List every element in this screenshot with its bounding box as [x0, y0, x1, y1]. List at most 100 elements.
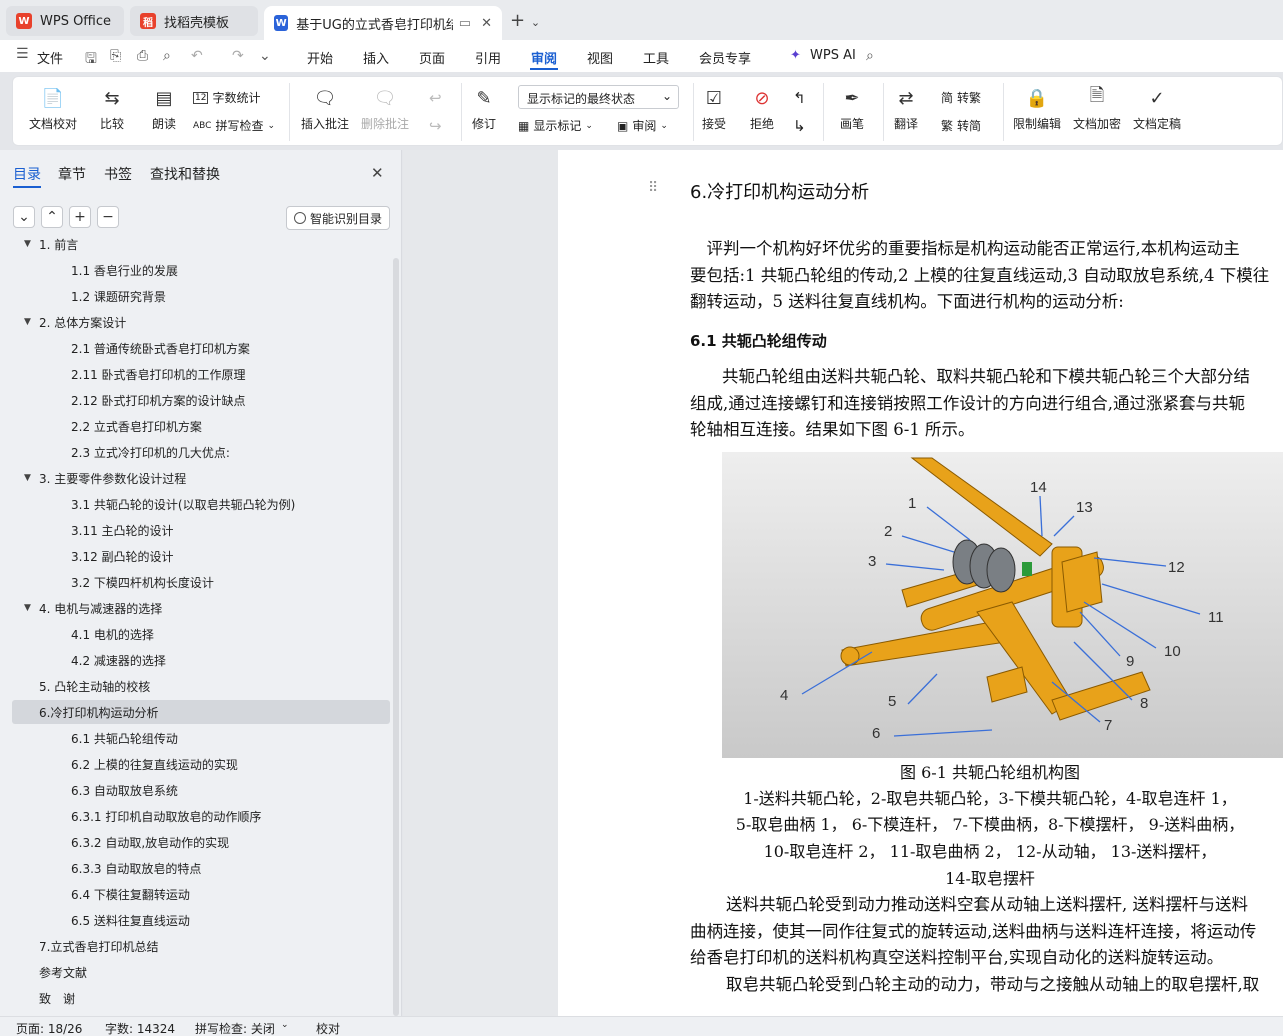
expand-up-button[interactable]: ⌃: [41, 206, 63, 228]
prev-change-icon[interactable]: ↰: [793, 89, 806, 107]
tab-document[interactable]: W 基于UG的立式香皂打印机结构 ▭ ✕: [264, 6, 502, 40]
tab-bookmarks[interactable]: 书签: [104, 164, 132, 184]
read-aloud-button[interactable]: ▤ 朗读: [151, 85, 177, 132]
new-tab-button[interactable]: + ⌄: [510, 10, 540, 31]
toc-item[interactable]: 6.5 送料往复直线运动: [12, 908, 390, 932]
tab-template[interactable]: 稻 找稻壳模板: [130, 6, 258, 36]
toc-item[interactable]: 6.3.3 自动取放皂的特点: [12, 856, 390, 880]
word-count-button[interactable]: 12 字数统计: [193, 89, 260, 106]
menu-view[interactable]: 视图: [587, 48, 613, 67]
toc-item[interactable]: 3.2 下模四杆机构长度设计: [12, 570, 390, 594]
close-pane-icon[interactable]: ✕: [371, 164, 384, 182]
prev-comment-icon[interactable]: ↩: [429, 89, 442, 107]
toc-item[interactable]: 6.4 下模往复翻转运动: [12, 882, 390, 906]
export-icon[interactable]: ⎘: [110, 48, 121, 64]
menu-insert[interactable]: 插入: [363, 48, 389, 67]
tab-wps-office[interactable]: W WPS Office: [6, 6, 124, 36]
drag-handle-icon[interactable]: ⠿: [648, 180, 658, 196]
toc-item[interactable]: 致 谢: [12, 986, 390, 1010]
toc-item[interactable]: 6.2 上模的往复直线运动的实现: [12, 752, 390, 776]
tab-chapters[interactable]: 章节: [58, 164, 86, 184]
page-indicator[interactable]: 页面: 18/26: [16, 1020, 82, 1036]
to-traditional-button[interactable]: 简 转繁: [941, 89, 981, 106]
tab-find-replace[interactable]: 查找和替换: [150, 164, 220, 184]
redo-icon[interactable]: ↷: [232, 48, 244, 64]
hamburger-icon[interactable]: ☰: [16, 46, 29, 62]
next-comment-icon[interactable]: ↪: [429, 117, 442, 135]
toc-item[interactable]: 1.2 课题研究背景: [12, 284, 390, 308]
print-icon[interactable]: ⎙: [137, 48, 148, 64]
collapse-button[interactable]: ⌄: [13, 206, 35, 228]
to-simplified-button[interactable]: 繁 转简: [941, 117, 981, 134]
menu-member[interactable]: 会员专享: [699, 48, 751, 67]
finalize-button[interactable]: ✓ 文档定稿: [1133, 85, 1181, 132]
toc-item[interactable]: 3.11 主凸轮的设计: [12, 518, 390, 542]
toc-item[interactable]: ▼ 4. 电机与减速器的选择: [12, 596, 390, 620]
save-icon[interactable]: 🖫: [85, 48, 97, 72]
menu-reference[interactable]: 引用: [475, 48, 501, 67]
search-icon[interactable]: ⌕: [866, 48, 874, 64]
menu-tools[interactable]: 工具: [643, 48, 669, 67]
expand-caret-icon[interactable]: ▼: [24, 603, 31, 613]
toc-item[interactable]: 2.1 普通传统卧式香皂打印机方案: [12, 336, 390, 360]
spell-check-button[interactable]: ABC 拼写检查 ⌄: [193, 117, 275, 134]
menu-wps-ai[interactable]: WPS AI: [810, 48, 856, 63]
toc-item[interactable]: ▼ 2. 总体方案设计: [12, 310, 390, 334]
track-changes-button[interactable]: ✎ 修订: [471, 85, 497, 132]
toc-item[interactable]: 4.1 电机的选择: [12, 622, 390, 646]
toc-item[interactable]: 5. 凸轮主动轴的校核: [12, 674, 390, 698]
toc-item[interactable]: ▼ 1. 前言: [12, 238, 390, 256]
menu-file[interactable]: 文件: [37, 48, 63, 67]
display-mode-select[interactable]: 显示标记的最终状态 ⌄: [518, 85, 679, 109]
encrypt-button[interactable]: 🗎 文档加密: [1073, 85, 1121, 132]
spell-check-status[interactable]: 拼写检查: 关闭: [195, 1020, 275, 1036]
toc-item[interactable]: 2.3 立式冷打印机的几大优点:: [12, 440, 390, 464]
toc-item[interactable]: ▼ 3. 主要零件参数化设计过程: [12, 466, 390, 490]
close-tab-icon[interactable]: ✕: [481, 16, 492, 31]
pen-button[interactable]: ✒ 画笔: [839, 85, 865, 132]
remove-heading-button[interactable]: −: [97, 206, 119, 228]
doc-check-button[interactable]: 📄 文档校对: [29, 85, 77, 132]
toc-item[interactable]: 6.1 共轭凸轮组传动: [12, 726, 390, 750]
show-markup-button[interactable]: ▦ 显示标记 ⌄: [518, 117, 593, 134]
toc-item[interactable]: 3.12 副凸轮的设计: [12, 544, 390, 568]
delete-comment-button[interactable]: 🗨 删除批注: [361, 85, 409, 132]
mechanism-figure[interactable]: 1 2 3 4 5 6 7 8 9 10 11 12 13 14: [722, 452, 1283, 758]
print-preview-icon[interactable]: ⌕: [163, 48, 171, 64]
toc-item[interactable]: 4.2 减速器的选择: [12, 648, 390, 672]
toc-item[interactable]: 2.11 卧式香皂打印机的工作原理: [12, 362, 390, 386]
toc-item[interactable]: 6.3.2 自动取,放皂动作的实现: [12, 830, 390, 854]
undo-icon[interactable]: ↶: [191, 48, 203, 64]
toc-item[interactable]: 2.2 立式香皂打印机方案: [12, 414, 390, 438]
toc-item[interactable]: 6.3.1 打印机自动取放皂的动作顺序: [12, 804, 390, 828]
expand-caret-icon[interactable]: ▼: [24, 317, 31, 327]
accept-button[interactable]: ☑ 接受: [701, 85, 727, 132]
translate-button[interactable]: ⇄ 翻译: [893, 85, 919, 132]
review-pane-button[interactable]: ▣ 审阅 ⌄: [617, 117, 668, 134]
tab-toc[interactable]: 目录: [13, 164, 41, 184]
smart-toc-button[interactable]: 智能识别目录: [286, 206, 390, 230]
reject-button[interactable]: ⊘ 拒绝: [749, 85, 775, 132]
toc-item[interactable]: 1.1 香皂行业的发展: [12, 258, 390, 282]
toc-item[interactable]: 2.12 卧式打印机方案的设计缺点: [12, 388, 390, 412]
expand-caret-icon[interactable]: ▼: [24, 239, 31, 249]
menu-review[interactable]: 审阅: [531, 48, 557, 67]
toc-item[interactable]: 7.立式香皂打印机总结: [12, 934, 390, 958]
compare-button[interactable]: ⇆ 比较: [99, 85, 125, 132]
restrict-edit-button[interactable]: 🔒 限制编辑: [1013, 85, 1061, 132]
toc-scrollbar[interactable]: [393, 258, 399, 1016]
more-chevron-icon[interactable]: ⌄: [259, 48, 271, 64]
proofread-status[interactable]: 校对: [316, 1020, 340, 1036]
menu-page[interactable]: 页面: [419, 48, 445, 67]
toc-item[interactable]: 3.1 共轭凸轮的设计(以取皂共轭凸轮为例): [12, 492, 390, 516]
toc-item[interactable]: 参考文献: [12, 960, 390, 984]
insert-comment-button[interactable]: 🗨 插入批注: [301, 85, 349, 132]
menu-home[interactable]: 开始: [307, 48, 333, 67]
expand-caret-icon[interactable]: ▼: [24, 473, 31, 483]
word-count[interactable]: 字数: 14324: [105, 1020, 175, 1036]
document-page[interactable]: ⠿ 6.冷打印机构运动分析 评判一个机构好坏优劣的重要指标是机构运动能否正常运行…: [558, 150, 1283, 1016]
toc-item[interactable]: 6.冷打印机构运动分析: [12, 700, 390, 724]
add-heading-button[interactable]: +: [69, 206, 91, 228]
next-change-icon[interactable]: ↳: [793, 117, 806, 135]
toc-item[interactable]: 6.3 自动取放皂系统: [12, 778, 390, 802]
